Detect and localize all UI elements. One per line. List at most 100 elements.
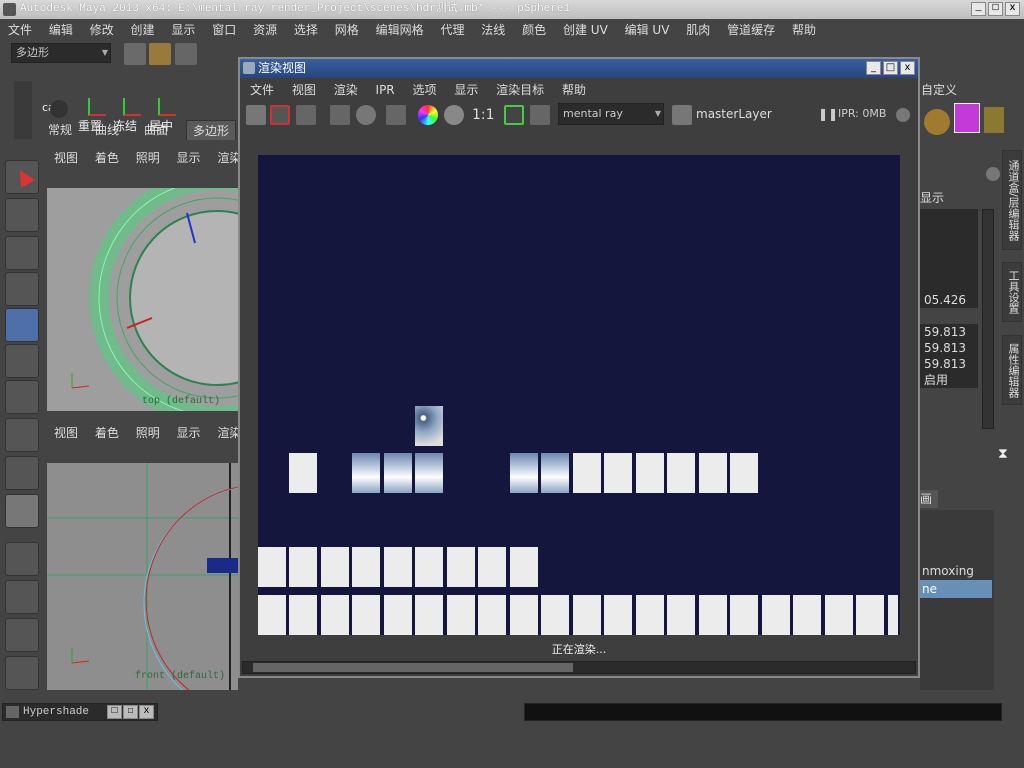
menu-color[interactable]: 颜色 [522,23,546,37]
select-tool-icon[interactable] [5,160,39,194]
layer-item-1[interactable]: nmoxing [920,562,992,580]
four-pane-layout-icon[interactable] [5,580,39,614]
scale-tool-icon[interactable] [5,344,39,378]
rotate-tool-icon[interactable] [5,308,39,342]
sphere-shelf-icon[interactable] [924,109,950,135]
rv-menu-options[interactable]: 选项 [412,83,436,97]
shelf-menu-icon[interactable] [14,81,32,139]
shelf-tab-custom[interactable]: 自定义 [915,80,963,100]
renderer-dropdown[interactable]: mental ray [558,103,664,125]
pause-icon[interactable]: ❚❚ [818,107,838,121]
rv-menu-view[interactable]: 视图 [292,83,316,97]
menu-help[interactable]: 帮助 [792,23,816,37]
outliner-layout-icon[interactable] [5,618,39,652]
menu-file[interactable]: 文件 [8,23,32,37]
vp2-menu-shading[interactable]: 着色 [95,426,119,440]
paint-select-tool-icon[interactable] [5,236,39,270]
mode-dropdown[interactable]: 多边形 [11,43,111,63]
menu-create[interactable]: 创建 [131,23,155,37]
maximize-button[interactable]: □ [988,2,1003,16]
vp2-menu-show[interactable]: 显示 [177,426,201,440]
top-viewport[interactable]: top (default) [47,188,238,411]
tool-shelf-icon[interactable] [984,107,1004,133]
vp-menu-lighting[interactable]: 照明 [136,151,160,165]
close-button[interactable]: x [1005,2,1020,16]
top-viewport-toolbar[interactable] [54,168,238,188]
channel-value-4[interactable]: 59.813 [920,356,978,372]
rv-menu-render[interactable]: 渲染 [334,83,358,97]
real-size-button[interactable]: 1:1 [472,107,495,123]
menu-pipeline-cache[interactable]: 管道缓存 [727,23,775,37]
ipr-render-icon[interactable] [330,105,350,125]
alpha-channel-icon[interactable] [444,105,464,125]
shelf-button-reset[interactable]: 重置 [78,117,112,134]
vp-menu-show[interactable]: 显示 [177,151,201,165]
hypershade-minimized-window[interactable]: Hypershade □ ☐ x [2,703,158,721]
render-settings-icon[interactable] [386,105,406,125]
menu-edit-mesh[interactable]: 编辑网格 [376,23,424,37]
menu-edit-uv[interactable]: 编辑 UV [625,23,670,37]
snapshot-icon[interactable] [296,105,316,125]
universal-manipulator-icon[interactable] [5,380,39,414]
layer-item-2[interactable]: ne [920,580,992,598]
render-canvas[interactable] [258,155,900,635]
menu-window[interactable]: 窗口 [212,23,236,37]
redo-render-icon[interactable] [246,105,266,125]
vp-menu-view[interactable]: 视图 [54,151,78,165]
rgb-channels-icon[interactable] [418,105,438,125]
render-layer-name[interactable]: masterLayer [696,107,772,121]
shelf-tab-polygons[interactable]: 多边形 [186,120,237,140]
hs-maximize-button[interactable]: ☐ [123,705,138,719]
rv-menu-file[interactable]: 文件 [250,83,274,97]
keep-image-icon[interactable] [504,105,524,125]
menu-proxy[interactable]: 代理 [440,23,464,37]
remove-image-icon[interactable] [530,105,550,125]
rv-minimize-button[interactable]: _ [866,61,881,75]
front-viewport-toolbar[interactable] [54,443,238,463]
side-tab-attribute-editor[interactable]: 属性编辑器 [1002,335,1022,405]
menu-assets[interactable]: 资源 [253,23,277,37]
channel-value-2[interactable]: 59.813 [920,324,978,340]
new-scene-icon[interactable] [124,43,146,65]
rv-maximize-button[interactable]: □ [883,61,898,75]
channel-value-1[interactable]: 05.426 [920,292,978,308]
vp2-menu-view[interactable]: 视图 [54,426,78,440]
cube-shelf-icon[interactable] [954,103,980,133]
hs-restore-button[interactable]: □ [107,705,122,719]
save-scene-icon[interactable] [175,43,197,65]
layer-tab[interactable]: 画 [920,490,938,508]
channel-value-3[interactable]: 59.813 [920,340,978,356]
menu-display[interactable]: 显示 [171,23,195,37]
front-viewport[interactable]: front (default) [47,463,238,690]
hscroll-thumb[interactable] [253,663,573,672]
minimize-button[interactable]: _ [971,2,986,16]
hypershade-layout-icon[interactable] [5,656,39,690]
side-tab-tool-settings[interactable]: 工具设置 [1002,262,1022,322]
move-tool-icon[interactable] [5,272,39,306]
show-manipulator-icon[interactable] [5,456,39,490]
vp-menu-shading[interactable]: 着色 [95,151,119,165]
vp2-menu-lighting[interactable]: 照明 [136,426,160,440]
side-tab-channel-box[interactable]: 通道盒/层编辑器 [1002,150,1022,250]
menu-create-uv[interactable]: 创建 UV [563,23,608,37]
last-tool-icon[interactable] [5,494,39,528]
render-region-icon[interactable] [270,105,290,125]
key-icon[interactable] [986,167,1000,181]
hs-close-button[interactable]: x [139,705,154,719]
rv-menu-render-target[interactable]: 渲染目标 [496,83,544,97]
refresh-ipr-icon[interactable] [356,105,376,125]
rv-menu-help[interactable]: 帮助 [562,83,586,97]
open-scene-icon[interactable] [149,43,171,65]
shelf-button-freeze[interactable]: 冻结 [113,117,147,134]
rv-menu-ipr[interactable]: IPR [376,83,395,97]
menu-select[interactable]: 选择 [294,23,318,37]
channel-scrollbar[interactable] [982,209,994,429]
menu-edit[interactable]: 编辑 [49,23,73,37]
lasso-tool-icon[interactable] [5,198,39,232]
menu-modify[interactable]: 修改 [90,23,114,37]
shelf-tab-general[interactable]: 常规 [42,120,78,140]
soft-mod-tool-icon[interactable] [5,418,39,452]
rv-menu-display[interactable]: 显示 [454,83,478,97]
render-view-hscrollbar[interactable] [242,661,916,674]
menu-mesh[interactable]: 网格 [335,23,359,37]
